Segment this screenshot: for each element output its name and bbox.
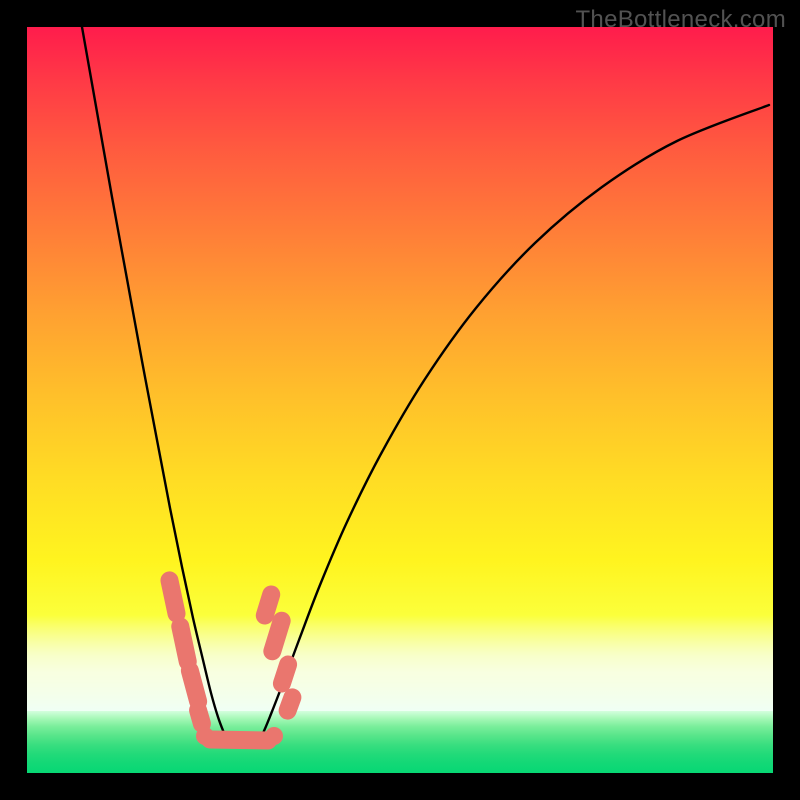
chart-frame: TheBottleneck.com xyxy=(0,0,800,800)
marker-bottom-left-dot xyxy=(196,727,214,745)
marker-layer xyxy=(159,570,304,750)
watermark: TheBottleneck.com xyxy=(575,6,786,34)
marker-bottom-right-dot xyxy=(265,727,283,745)
marker-left-cluster xyxy=(159,570,187,625)
series-left-arm xyxy=(82,27,228,742)
plot-area xyxy=(27,27,773,773)
series-right-arm xyxy=(257,105,769,742)
curves-svg xyxy=(27,27,773,773)
